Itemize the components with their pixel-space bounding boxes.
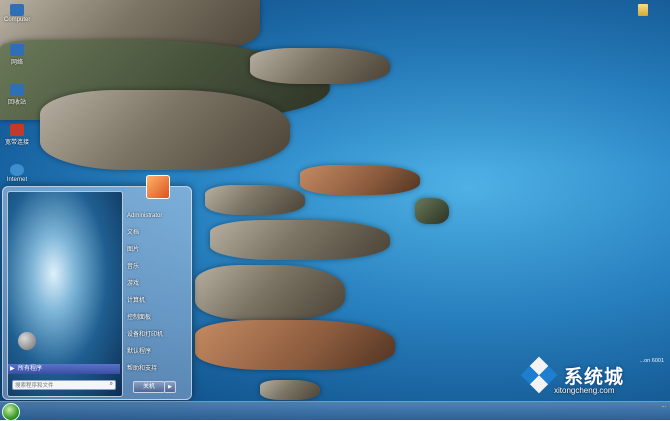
desktop-icon-label: Internet — [6, 177, 28, 183]
all-programs-button[interactable]: ▶ 所有程序 — [8, 364, 120, 374]
desktop-icon-label: Computer — [4, 17, 31, 23]
islet-rock — [205, 185, 305, 215]
folder-icon[interactable] — [638, 4, 648, 16]
watermark-url: xitongcheng.com — [554, 386, 615, 395]
clock-time: ... — [661, 403, 666, 409]
monitor-icon — [10, 4, 24, 16]
menu-item-pictures[interactable]: 图片 — [127, 245, 187, 255]
shutdown-button[interactable]: 关机 — [133, 381, 165, 393]
islet-rock — [260, 380, 320, 400]
islet-rock — [415, 198, 449, 224]
cliff-rock — [250, 48, 390, 84]
menu-item-help[interactable]: 帮助和支持 — [127, 364, 187, 374]
tray-clock[interactable]: ... — [661, 403, 666, 410]
menu-item-computer[interactable]: 计算机 — [127, 296, 187, 306]
start-search-box[interactable]: ⌕ — [12, 380, 116, 390]
desktop-icon-recycle-bin[interactable]: 回收站 — [4, 84, 30, 106]
islet-rock — [195, 265, 345, 320]
menu-item-documents[interactable]: 文档 — [127, 228, 187, 238]
start-menu: ▶ 所有程序 ⌕ Administrator 文档 图片 音乐 游戏 计算机 控… — [2, 175, 192, 400]
menu-item-music[interactable]: 音乐 — [127, 262, 187, 272]
orb-icon — [18, 332, 36, 350]
islet-rock — [300, 165, 420, 195]
shutdown-options-button[interactable]: ▶ — [164, 381, 176, 393]
desktop-icon-computer[interactable]: Computer — [4, 4, 30, 23]
watermark: 系统城 xitongcheng.com — [520, 356, 664, 398]
menu-item-control-panel[interactable]: 控制面板 — [127, 313, 187, 323]
watermark-logo-icon — [520, 356, 558, 394]
desktop-icon-internet[interactable]: Internet — [4, 164, 30, 183]
menu-item-devices-printers[interactable]: 设备和打印机 — [127, 330, 187, 340]
broadband-icon — [10, 124, 24, 136]
cliff-rock — [40, 90, 290, 170]
desktop-icon-label: 宽带连接 — [4, 140, 29, 146]
search-input[interactable] — [15, 381, 105, 390]
all-programs-label: 所有程序 — [18, 366, 43, 372]
desktop-icon-label: 网络 — [10, 60, 23, 66]
internet-icon — [10, 164, 24, 176]
start-menu-programs-pane: ▶ 所有程序 ⌕ — [7, 191, 123, 397]
desktop-icon-broadband[interactable]: 宽带连接 — [4, 124, 30, 146]
menu-item-default-programs[interactable]: 默认程序 — [127, 347, 187, 357]
islet-rock — [210, 220, 390, 260]
start-menu-right-pane: Administrator 文档 图片 音乐 游戏 计算机 控制面板 设备和打印… — [123, 175, 189, 399]
taskbar: ... — [0, 401, 670, 421]
desktop-icon-network[interactable]: 网络 — [4, 44, 30, 66]
recycle-bin-icon — [10, 84, 24, 96]
arrow-right-icon: ▶ — [10, 366, 15, 372]
network-icon — [10, 44, 24, 56]
start-button[interactable] — [2, 403, 20, 421]
menu-item-games[interactable]: 游戏 — [127, 279, 187, 289]
islet-rock — [195, 320, 395, 370]
user-avatar[interactable] — [146, 175, 170, 199]
desktop-icon-label: 回收站 — [7, 100, 26, 106]
menu-item-username[interactable]: Administrator — [127, 211, 187, 221]
search-icon[interactable]: ⌕ — [110, 381, 113, 388]
watermark-name: 系统城 — [564, 367, 625, 388]
